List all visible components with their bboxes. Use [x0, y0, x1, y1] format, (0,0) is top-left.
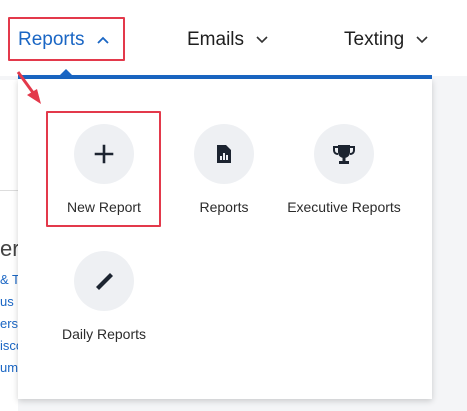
- annotation-arrow-icon: [16, 71, 41, 104]
